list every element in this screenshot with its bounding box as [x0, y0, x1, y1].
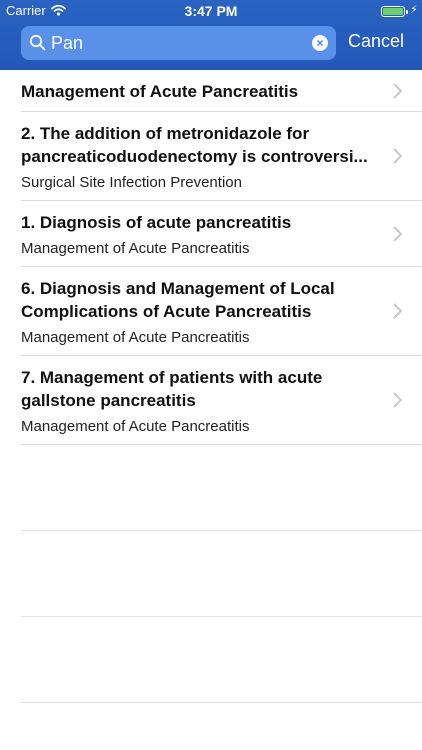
- empty-row: [21, 617, 422, 703]
- result-title: 1. Diagnosis of acute pancreatitis: [21, 213, 292, 232]
- empty-row: [21, 445, 422, 531]
- search-icon: [29, 34, 46, 56]
- chevron-right-icon: [393, 82, 402, 99]
- battery-level: [383, 8, 403, 15]
- search-results-list: Management of Acute Pancreatitis 2. The …: [0, 70, 422, 703]
- result-subtitle: Management of Acute Pancreatitis: [21, 329, 250, 346]
- battery-icon: [381, 6, 408, 17]
- result-row[interactable]: 1. Diagnosis of acute pancreatitis Manag…: [21, 201, 422, 267]
- result-title: 7. Management of patients with acute gal…: [21, 368, 323, 410]
- chevron-right-icon: [393, 392, 402, 408]
- status-time: 3:47 PM: [184, 3, 238, 19]
- clear-icon[interactable]: ×: [312, 35, 328, 51]
- result-title: 2. The addition of metronidazole for pan…: [21, 124, 368, 166]
- charging-bolt-icon: ⚡: [410, 4, 418, 16]
- cancel-button[interactable]: Cancel: [348, 31, 404, 52]
- search-field[interactable]: ×: [21, 26, 336, 60]
- result-title: Management of Acute Pancreatitis: [21, 82, 299, 101]
- chevron-right-icon: [393, 303, 402, 319]
- chevron-right-icon: [393, 148, 402, 164]
- empty-row: [21, 531, 422, 617]
- result-row[interactable]: 7. Management of patients with acute gal…: [21, 356, 422, 445]
- result-subtitle: Management of Acute Pancreatitis: [21, 240, 250, 257]
- result-row[interactable]: 2. The addition of metronidazole for pan…: [21, 112, 422, 201]
- battery-nub: [406, 10, 408, 14]
- result-row[interactable]: 6. Diagnosis and Management of Local Com…: [21, 267, 422, 356]
- status-bar: Carrier 3:47 PM ⚡: [0, 0, 422, 22]
- result-subtitle: Management of Acute Pancreatitis: [21, 418, 250, 435]
- search-header: Carrier 3:47 PM ⚡ × Cancel: [0, 0, 422, 70]
- chevron-right-icon: [393, 225, 402, 242]
- result-title: 6. Diagnosis and Management of Local Com…: [21, 279, 335, 321]
- search-input[interactable]: [51, 26, 301, 60]
- result-row[interactable]: Management of Acute Pancreatitis: [21, 70, 422, 112]
- result-subtitle: Surgical Site Infection Prevention: [21, 174, 242, 191]
